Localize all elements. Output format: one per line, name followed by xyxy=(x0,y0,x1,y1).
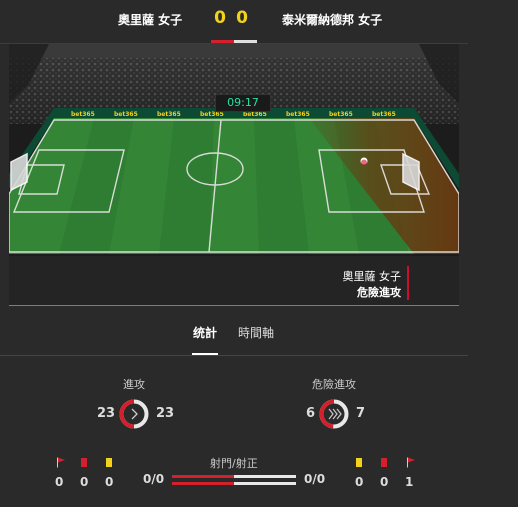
home-corners-value: 0 xyxy=(55,475,64,489)
score: 00 xyxy=(213,8,249,28)
event-team-color-bar xyxy=(407,266,409,300)
svg-text:bet365: bet365 xyxy=(71,111,95,118)
attacks-away-value: 23 xyxy=(156,406,175,421)
dangerous-attacks-home-value: 6 xyxy=(306,406,316,421)
yellow-card-icon xyxy=(106,458,112,467)
dangerous-attacks-away-value: 7 xyxy=(356,406,366,421)
corner-flag-icon xyxy=(407,457,415,468)
svg-text:bet365: bet365 xyxy=(200,111,224,118)
red-card-icon xyxy=(381,458,387,467)
svg-text:bet365: bet365 xyxy=(243,111,267,118)
svg-text:bet365: bet365 xyxy=(286,111,310,118)
away-team-name: 泰米爾納德邦 女子 xyxy=(282,13,383,27)
shots-home-value: 0/0 xyxy=(143,472,165,486)
event-action: 危險進攻 xyxy=(357,286,401,299)
away-corners-value: 1 xyxy=(405,475,414,489)
tab-timeline[interactable]: 時間軸 xyxy=(238,324,274,341)
away-yellow-cards-value: 0 xyxy=(355,475,364,489)
home-team-name: 奧里薩 女子 xyxy=(118,13,183,27)
svg-text:bet365: bet365 xyxy=(157,111,181,118)
match-header: 奧里薩 女子 00 泰米爾納德邦 女子 xyxy=(0,0,518,43)
tab-bar: 统計 時間軸 xyxy=(0,318,468,356)
home-red-cards-value: 0 xyxy=(80,475,89,489)
away-red-cards-value: 0 xyxy=(380,475,389,489)
home-score: 0 xyxy=(214,8,226,28)
event-team: 奧里薩 女子 xyxy=(342,270,402,283)
svg-text:bet365: bet365 xyxy=(329,111,353,118)
red-card-icon xyxy=(81,458,87,467)
shots-on-target-away-bar xyxy=(234,482,296,485)
svg-text:bet365: bet365 xyxy=(372,111,396,118)
dangerous-attacks-donut xyxy=(319,399,349,429)
attacks-home-value: 23 xyxy=(97,406,116,421)
tab-stats[interactable]: 统計 xyxy=(193,324,217,341)
attacks-label: 進攻 xyxy=(123,378,145,391)
shots-home-bar xyxy=(172,475,234,478)
shots-on-target-home-bar xyxy=(172,482,234,485)
attacks-donut xyxy=(119,399,149,429)
match-clock: 09:17 xyxy=(215,94,271,112)
tabs-divider xyxy=(0,355,468,356)
shots-away-value: 0/0 xyxy=(304,472,326,486)
event-banner: 奧里薩 女子 危險進攻 xyxy=(9,256,459,306)
svg-text:bet365: bet365 xyxy=(114,111,138,118)
home-yellow-cards-value: 0 xyxy=(105,475,114,489)
yellow-card-icon xyxy=(356,458,362,467)
corner-flag-icon xyxy=(57,457,65,468)
away-score: 0 xyxy=(236,8,248,28)
shots-on-target-label: 射門/射正 xyxy=(210,457,258,470)
dangerous-attacks-label: 危險進攻 xyxy=(312,378,356,391)
shots-away-bar xyxy=(234,475,296,478)
